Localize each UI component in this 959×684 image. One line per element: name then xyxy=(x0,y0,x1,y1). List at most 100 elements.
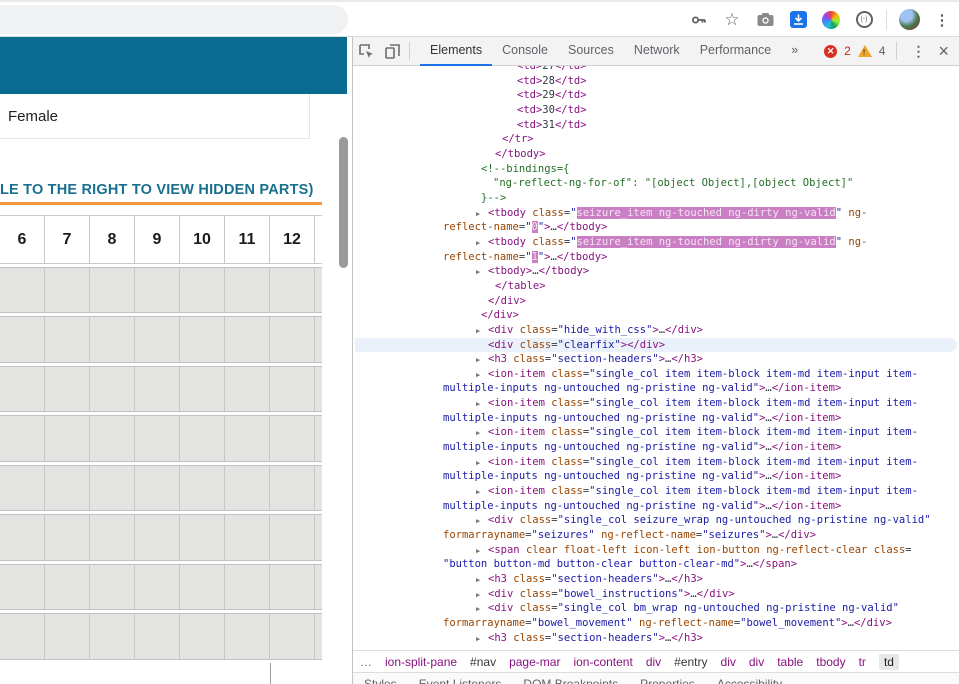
dom-tree-line[interactable]: multiple-inputs ng-untouched ng-pristine… xyxy=(443,499,841,514)
breadcrumb-item[interactable]: #entry xyxy=(674,655,707,669)
breadcrumb-item[interactable]: page-mar xyxy=(509,655,560,669)
dom-tree-line[interactable]: ▶<tbody>…</tbody> xyxy=(488,264,589,279)
dom-tree-line[interactable]: "ng-reflect-ng-for-of": "[object Object]… xyxy=(493,176,853,191)
expand-arrow-icon[interactable]: ▶ xyxy=(476,426,480,441)
calendar-row[interactable] xyxy=(0,564,322,610)
sidebar-tab-dom-breakpoints[interactable]: DOM Breakpoints xyxy=(523,677,618,684)
expand-arrow-icon[interactable]: ▶ xyxy=(476,632,480,647)
dom-tree-line[interactable]: </div> xyxy=(481,308,519,323)
breadcrumb-item[interactable]: div xyxy=(749,655,764,669)
dom-tree-line[interactable]: ▶<ion-item class="single_col item item-b… xyxy=(488,455,918,470)
expand-arrow-icon[interactable]: ▶ xyxy=(476,324,480,339)
devtools-tab-sources[interactable]: Sources xyxy=(558,37,624,66)
expand-arrow-icon[interactable]: ▶ xyxy=(476,514,480,529)
expand-arrow-icon[interactable]: ▶ xyxy=(476,602,480,617)
browser-menu-icon[interactable]: ⋮ xyxy=(931,9,953,31)
expand-arrow-icon[interactable]: ▶ xyxy=(476,397,480,412)
dom-tree-line[interactable]: </div> xyxy=(488,294,526,309)
dom-tree-line[interactable]: <!--bindings={ xyxy=(481,162,570,177)
profile-avatar[interactable] xyxy=(898,9,920,31)
sidebar-tab-styles[interactable]: Styles xyxy=(364,677,397,684)
breadcrumb-item[interactable]: table xyxy=(777,655,803,669)
breadcrumb-item[interactable]: ion-split-pane xyxy=(385,655,457,669)
expand-arrow-icon[interactable]: ▶ xyxy=(476,236,480,251)
dom-tree-line[interactable]: ▶<h3 class="section-headers">…</h3> xyxy=(488,352,703,367)
calendar-row[interactable] xyxy=(0,415,322,461)
breadcrumb-item[interactable]: div xyxy=(721,655,736,669)
dom-tree-line[interactable]: <td>27</td> xyxy=(517,66,587,74)
warning-count[interactable]: 4 xyxy=(879,44,886,58)
expand-arrow-icon[interactable]: ▶ xyxy=(476,485,480,500)
dom-tree-line[interactable]: ▶<h3 class="section-headers">…</h3> xyxy=(488,631,703,646)
devtools-tab-network[interactable]: Network xyxy=(624,37,690,66)
dom-tree-line[interactable]: ▶<ion-item class="single_col item item-b… xyxy=(488,396,918,411)
download-icon[interactable] xyxy=(787,9,809,31)
breadcrumb-item[interactable]: tbody xyxy=(816,655,845,669)
dom-tree-line[interactable]: </table> xyxy=(495,279,546,294)
dom-tree-line[interactable]: ▶<ion-item class="single_col item item-b… xyxy=(488,425,918,440)
dom-tree-line[interactable]: <td>31</td> xyxy=(517,118,587,133)
devtools-tab-performance[interactable]: Performance xyxy=(690,37,782,66)
expand-arrow-icon[interactable]: ▶ xyxy=(476,544,480,559)
dom-tree-line[interactable]: ▶<span clear float-left icon-left ion-bu… xyxy=(488,543,912,558)
camera-icon[interactable] xyxy=(754,9,776,31)
dom-tree-line[interactable]: multiple-inputs ng-untouched ng-pristine… xyxy=(443,469,841,484)
calendar-row[interactable] xyxy=(0,613,322,659)
address-bar[interactable] xyxy=(0,5,348,34)
error-icon[interactable]: ✕ xyxy=(824,45,837,58)
breadcrumb-item[interactable]: td xyxy=(879,654,899,670)
dom-tree-line[interactable]: reflect-name="1">…</tbody> xyxy=(443,250,607,265)
breadcrumb-item[interactable]: tr xyxy=(859,655,866,669)
device-toolbar-icon[interactable] xyxy=(379,38,405,64)
dom-tree-line[interactable]: multiple-inputs ng-untouched ng-pristine… xyxy=(443,440,841,455)
bookmark-star-icon[interactable]: ☆ xyxy=(721,9,743,31)
dom-tree-line[interactable]: ▶<div class="hide_with_css">…</div> xyxy=(488,323,703,338)
sidebar-tab-accessibility[interactable]: Accessibility xyxy=(717,677,782,684)
calendar-row[interactable] xyxy=(0,366,322,412)
expand-arrow-icon[interactable]: ▶ xyxy=(476,573,480,588)
dom-tree-line[interactable]: ▶<div class="single_col bm_wrap ng-untou… xyxy=(488,601,899,616)
dom-tree-line[interactable]: <td>30</td> xyxy=(517,103,587,118)
sidebar-tab-event-listeners[interactable]: Event Listeners xyxy=(419,677,502,684)
expand-arrow-icon[interactable]: ▶ xyxy=(476,353,480,368)
inspect-icon[interactable] xyxy=(353,38,379,64)
devtools-menu-icon[interactable]: ⋮ xyxy=(908,43,928,60)
breadcrumb-item[interactable]: ion-content xyxy=(573,655,632,669)
key-icon[interactable] xyxy=(688,9,710,31)
breadcrumb-item[interactable]: div xyxy=(646,655,661,669)
dom-tree-line[interactable]: formarrayname="bowel_movement" ng-reflec… xyxy=(443,616,892,631)
dom-tree-line[interactable]: ▶<tbody class="seizure_item ng-touched n… xyxy=(488,235,867,250)
dom-tree-line[interactable]: </tbody> xyxy=(495,147,546,162)
monocle-icon[interactable]: (-) xyxy=(853,9,875,31)
calendar-row[interactable] xyxy=(0,267,322,313)
dom-tree-line[interactable]: <td>28</td> xyxy=(517,74,587,89)
expand-arrow-icon[interactable]: ▶ xyxy=(476,368,480,383)
dom-tree-line[interactable]: ▶<tbody class="seizure_item ng-touched n… xyxy=(488,206,867,221)
dom-tree-line[interactable]: "button button-md button-clear button-cl… xyxy=(443,557,797,572)
calendar-row[interactable] xyxy=(0,465,322,511)
expand-arrow-icon[interactable]: ▶ xyxy=(476,265,480,280)
dom-tree-line[interactable]: ▶<ion-item class="single_col item item-b… xyxy=(488,484,918,499)
sidebar-tab-properties[interactable]: Properties xyxy=(640,677,695,684)
calendar-row[interactable] xyxy=(0,514,322,560)
dom-tree-line[interactable]: ▶<ion-item class="single_col item item-b… xyxy=(488,367,918,382)
dom-tree-line[interactable]: formarrayname="seizures" ng-reflect-name… xyxy=(443,528,816,543)
dom-tree-line[interactable]: reflect-name="0">…</tbody> xyxy=(443,220,607,235)
devtools-tab-elements[interactable]: Elements xyxy=(420,37,492,66)
dom-tree-line[interactable]: ▶<h3 class="section-headers">…</h3> xyxy=(488,572,703,587)
close-icon[interactable]: × xyxy=(935,41,952,62)
dom-tree-line[interactable]: <td>29</td> xyxy=(517,88,587,103)
calendar-row[interactable] xyxy=(0,316,322,362)
dom-tree-line[interactable]: ▶<div class="bowel_instructions">…</div> xyxy=(488,587,735,602)
color-wheel-icon[interactable] xyxy=(820,9,842,31)
dom-tree-line[interactable]: <div class="clearfix"></div> xyxy=(488,338,665,353)
dom-tree-line[interactable]: </tr> xyxy=(502,132,534,147)
warning-icon[interactable]: ! xyxy=(858,45,872,57)
dom-tree-line[interactable]: ▶<div class="single_col seizure_wrap ng-… xyxy=(488,513,931,528)
expand-arrow-icon[interactable]: ▶ xyxy=(476,588,480,603)
error-count[interactable]: 2 xyxy=(844,44,851,58)
expand-arrow-icon[interactable]: ▶ xyxy=(476,207,480,222)
breadcrumb-item[interactable]: #nav xyxy=(470,655,496,669)
dom-tree-line[interactable]: multiple-inputs ng-untouched ng-pristine… xyxy=(443,381,841,396)
dom-tree-line[interactable]: }--> xyxy=(481,191,506,206)
